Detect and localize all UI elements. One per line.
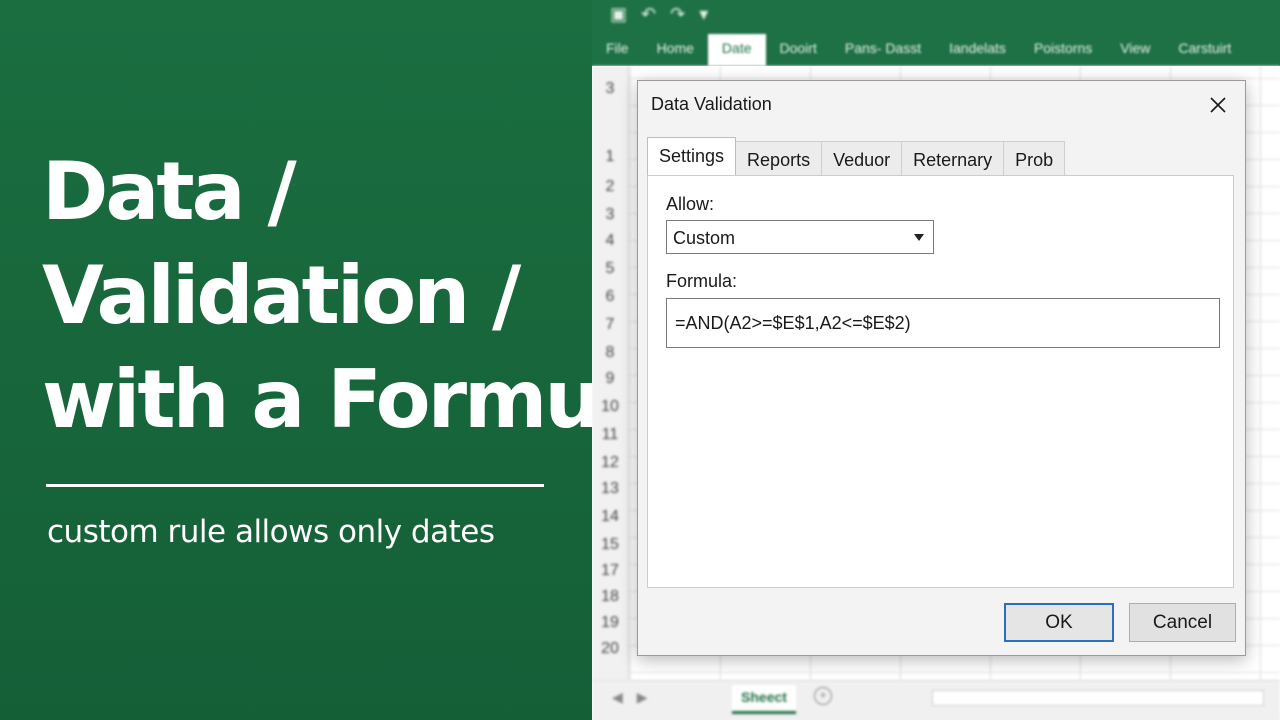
ribbon-tab[interactable]: Home	[643, 34, 708, 66]
close-icon	[1210, 97, 1226, 113]
formula-label: Formula:	[666, 271, 738, 291]
ribbon-tab[interactable]: Dooirt	[766, 34, 831, 66]
row-number[interactable]: 10	[592, 398, 628, 416]
row-number[interactable]: 3	[592, 206, 628, 224]
thumbnail-title-panel: Data / Validation / with a Formula custo…	[0, 0, 677, 720]
row-number[interactable]: 6	[592, 288, 628, 306]
tab-prob[interactable]: Prob	[1003, 141, 1066, 175]
ribbon-tabs: File Home Date Dooirt Pans- Dasst Iandel…	[592, 34, 1280, 66]
ribbon-tab-active[interactable]: Date	[707, 34, 766, 66]
data-validation-dialog: Data Validation Settings Reports Veduor …	[637, 80, 1246, 656]
allow-dropdown[interactable]: Custom	[666, 220, 934, 254]
ribbon-tab[interactable]: Poistorns	[1020, 34, 1106, 66]
tab-reternary[interactable]: Reternary	[901, 141, 1005, 175]
add-sheet-icon[interactable]: +	[814, 687, 832, 705]
formula-input[interactable]	[666, 298, 1220, 348]
row-headers: 3 1 2 3 4 5 6 7 8 9 10 11 12 13 14 15 17 18 19 20	[592, 66, 629, 680]
title-line: Data /	[42, 145, 297, 238]
title-divider	[46, 484, 544, 487]
sheet-nav-arrows[interactable]: ◀▶	[612, 689, 662, 706]
undo-icon[interactable]: ↶	[641, 4, 656, 26]
row-number[interactable]: 4	[592, 232, 628, 250]
row-number[interactable]: 12	[592, 454, 628, 472]
ribbon: ▣ ↶ ↷ ▾ File Home Date Dooirt Pans- Dass…	[592, 0, 1280, 66]
row-number[interactable]: 1	[592, 148, 628, 166]
row-number[interactable]: 5	[592, 260, 628, 278]
row-number[interactable]: 3	[592, 80, 628, 98]
row-number[interactable]: 9	[592, 370, 628, 388]
row-number[interactable]: 11	[592, 426, 628, 444]
row-number[interactable]: 8	[592, 344, 628, 362]
dialog-title: Data Validation	[651, 94, 772, 114]
title-line: Validation /	[42, 249, 521, 342]
tab-settings[interactable]: Settings	[647, 137, 737, 175]
thumbnail-subtitle: custom rule allows only dates	[47, 514, 495, 550]
ribbon-tab[interactable]: Iandelats	[935, 34, 1020, 66]
row-number[interactable]: 13	[592, 480, 628, 498]
save-icon[interactable]: ▣	[610, 4, 627, 26]
settings-panel: Allow: Custom Formula:	[647, 175, 1234, 588]
quick-access-toolbar: ▣ ↶ ↷ ▾	[610, 4, 708, 26]
dialog-tabs: Settings Reports Veduor Reternary Prob	[647, 137, 1066, 175]
row-number[interactable]: 15	[592, 536, 628, 554]
ribbon-tab[interactable]: File	[592, 34, 643, 66]
row-number[interactable]: 2	[592, 178, 628, 196]
thumbnail-title: Data / Validation / with a Formula	[42, 140, 677, 452]
sheet-tab-bar: ◀▶ Sheect +	[592, 680, 1280, 720]
title-line: with a Formula	[42, 353, 677, 446]
ribbon-tab[interactable]: View	[1106, 34, 1164, 66]
ribbon-tab[interactable]: Pans- Dasst	[831, 34, 935, 66]
close-button[interactable]	[1202, 89, 1234, 121]
ribbon-tab[interactable]: Carstuirt	[1164, 34, 1245, 66]
redo-icon[interactable]: ↷	[670, 4, 685, 26]
sheet-tab[interactable]: Sheect	[732, 685, 796, 714]
row-number[interactable]: 20	[592, 640, 628, 658]
chevron-down-icon	[914, 234, 924, 241]
tab-reports[interactable]: Reports	[735, 141, 823, 175]
cancel-button[interactable]: Cancel	[1129, 603, 1236, 642]
allow-selected-value: Custom	[673, 228, 736, 248]
row-number[interactable]: 18	[592, 588, 628, 606]
ok-button[interactable]: OK	[1004, 603, 1114, 642]
row-number[interactable]: 14	[592, 508, 628, 526]
row-number[interactable]: 19	[592, 614, 628, 632]
horizontal-scrollbar[interactable]	[932, 690, 1264, 706]
row-number[interactable]: 17	[592, 562, 628, 580]
allow-label: Allow:	[666, 194, 715, 214]
tab-veduor[interactable]: Veduor	[821, 141, 903, 175]
row-number[interactable]: 7	[592, 316, 628, 334]
chevron-down-icon[interactable]: ▾	[699, 4, 708, 26]
